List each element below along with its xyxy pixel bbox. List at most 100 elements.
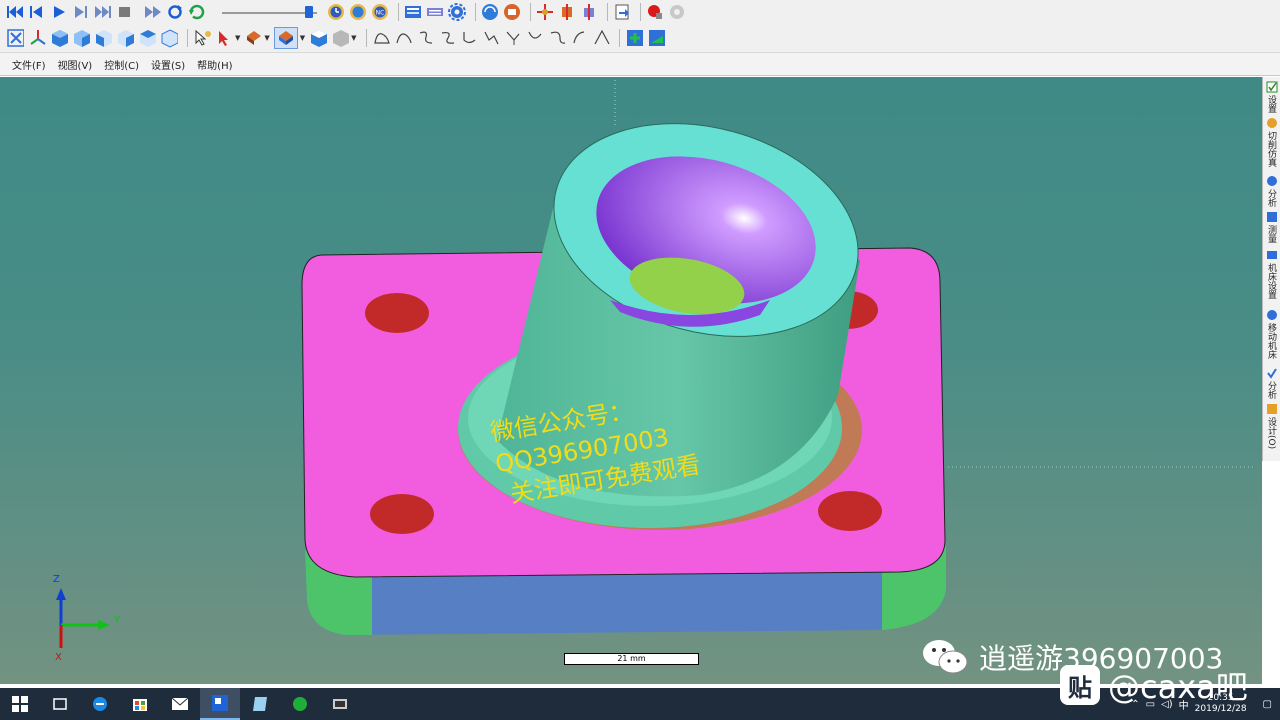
go-start-icon[interactable] (6, 3, 24, 21)
cube-rotate-icon[interactable] (481, 3, 499, 21)
green-app-icon[interactable] (280, 688, 320, 720)
tab-label: 设置 (1266, 95, 1276, 113)
z-axis-label: Z (53, 574, 60, 585)
play-icon[interactable] (50, 3, 68, 21)
application-window: NC ▼ ▼ ▼ ▼ 文件(F) 视图(V) 控制(C) 设置(S) 帮助(H)… (0, 0, 1280, 720)
task-view-icon[interactable] (40, 688, 80, 720)
go-end-icon[interactable] (94, 3, 112, 21)
menu-file[interactable]: 文件(F) (12, 57, 46, 72)
tieba-logo-icon: 贴 (1060, 665, 1100, 705)
notification-icon[interactable]: ▢ (1263, 699, 1272, 710)
edge-icon[interactable] (80, 688, 120, 720)
curve-10-icon[interactable] (570, 29, 588, 47)
toolbar-separator (187, 28, 188, 47)
iso-view-icon[interactable] (28, 29, 46, 47)
menu-settings[interactable]: 设置(S) (151, 57, 185, 72)
curve-11-icon[interactable] (592, 29, 610, 47)
tab-cut-simulation[interactable]: 切削仿真 (1264, 117, 1279, 167)
bottom-view-icon[interactable] (160, 28, 178, 48)
tab-settings[interactable]: 设置 (1264, 81, 1279, 113)
windows-start-icon[interactable] (0, 688, 40, 720)
menu-bar: 文件(F) 视图(V) 控制(C) 设置(S) 帮助(H) (0, 53, 1280, 76)
nc-icon[interactable]: NC (371, 3, 389, 21)
refresh-icon[interactable] (188, 3, 206, 21)
curve-6-icon[interactable] (482, 29, 500, 47)
menu-control[interactable]: 控制(C) (104, 57, 139, 72)
machine-icon (1266, 251, 1277, 259)
menu-help[interactable]: 帮助(H) (197, 57, 232, 72)
y-axis-arrow-icon (98, 620, 110, 630)
clock-icon[interactable] (327, 3, 345, 21)
scale-bar: 21 mm (564, 653, 699, 665)
pointer-icon[interactable] (215, 29, 233, 47)
check-icon (1266, 368, 1277, 379)
curve-2-icon[interactable] (394, 29, 412, 47)
tool-icon[interactable] (503, 3, 521, 21)
curve-3-icon[interactable] (416, 29, 434, 47)
tab-measure[interactable]: 测量 (1264, 211, 1279, 243)
tab-label: 分析 (1266, 381, 1276, 399)
tieba-brand-overlay: 贴 @caxa吧 (1060, 662, 1248, 708)
mail-icon[interactable] (160, 688, 200, 720)
tab-analysis-2[interactable]: 分析 (1264, 367, 1279, 399)
nc-icon (1266, 310, 1277, 320)
animation-speed-slider[interactable] (222, 3, 317, 21)
3d-viewport[interactable]: Z Y X 微信公众号： QQ396907003 关注即可免费观看 21 mm (0, 77, 1262, 684)
hand-icon[interactable] (668, 3, 686, 21)
step-back-icon[interactable] (28, 3, 46, 21)
slider-thumb[interactable] (304, 5, 313, 18)
top-view-icon[interactable] (138, 29, 156, 47)
paper-icon[interactable] (240, 688, 280, 720)
export-icon[interactable] (613, 3, 631, 21)
curve-5-icon[interactable] (460, 29, 478, 47)
curve-1-icon[interactable] (372, 29, 390, 47)
view-window-icon[interactable] (404, 3, 422, 21)
store-icon[interactable] (120, 688, 160, 720)
section-icon[interactable] (331, 29, 350, 47)
gear-icon (1266, 118, 1277, 128)
keyboard-icon[interactable] (426, 3, 444, 21)
curve-7-icon[interactable] (504, 29, 522, 47)
front-view-icon[interactable] (50, 29, 68, 47)
gear-icon[interactable] (448, 2, 466, 21)
tab-design[interactable]: 设计(O) (1264, 403, 1279, 449)
tab-label: 切削仿真 (1266, 131, 1276, 167)
dropdown-arrow-icon[interactable]: ▼ (300, 34, 305, 42)
dropdown-arrow-icon[interactable]: ▼ (235, 34, 240, 42)
tab-machine-setup[interactable]: 机床设置 (1264, 249, 1279, 299)
tab-move-machine[interactable]: 移动机床 (1264, 309, 1279, 359)
toolbar-separator (365, 28, 367, 47)
axis-move-icon[interactable] (536, 3, 554, 21)
y-axis-label: Y (113, 615, 121, 626)
fit-icon[interactable] (6, 28, 24, 47)
dropdown-arrow-icon[interactable]: ▼ (351, 34, 356, 42)
paint-icon[interactable] (244, 29, 262, 47)
toolbar-separator (618, 28, 620, 47)
axis-rotate-icon[interactable] (558, 3, 576, 21)
select-icon[interactable] (193, 29, 211, 47)
fast-forward-icon[interactable] (144, 3, 162, 21)
dropdown-arrow-icon[interactable]: ▼ (264, 34, 269, 42)
shading-icon[interactable] (273, 26, 298, 49)
vericut-app-icon[interactable] (200, 688, 240, 720)
axis-3d-icon[interactable] (580, 3, 598, 21)
back-view-icon[interactable] (72, 29, 90, 47)
globe-icon[interactable] (349, 3, 367, 21)
z-axis-arrow-icon (56, 588, 66, 600)
curve-8-icon[interactable] (526, 29, 544, 47)
loop-icon[interactable] (166, 3, 184, 21)
left-view-icon[interactable] (94, 29, 112, 47)
curve-9-icon[interactable] (548, 29, 566, 47)
step-forward-icon[interactable] (72, 3, 90, 21)
save-icon[interactable] (647, 29, 665, 47)
menu-view[interactable]: 视图(V) (58, 57, 93, 72)
box-icon[interactable] (309, 29, 328, 47)
tab-label: 机床设置 (1266, 263, 1276, 299)
media-app-icon[interactable] (320, 688, 360, 720)
right-view-icon[interactable] (116, 29, 134, 47)
record-icon[interactable] (646, 3, 664, 21)
stop-icon[interactable] (116, 3, 134, 21)
curve-4-icon[interactable] (438, 29, 456, 47)
tab-analysis[interactable]: 分析 (1264, 175, 1279, 207)
add-icon[interactable] (625, 29, 643, 47)
